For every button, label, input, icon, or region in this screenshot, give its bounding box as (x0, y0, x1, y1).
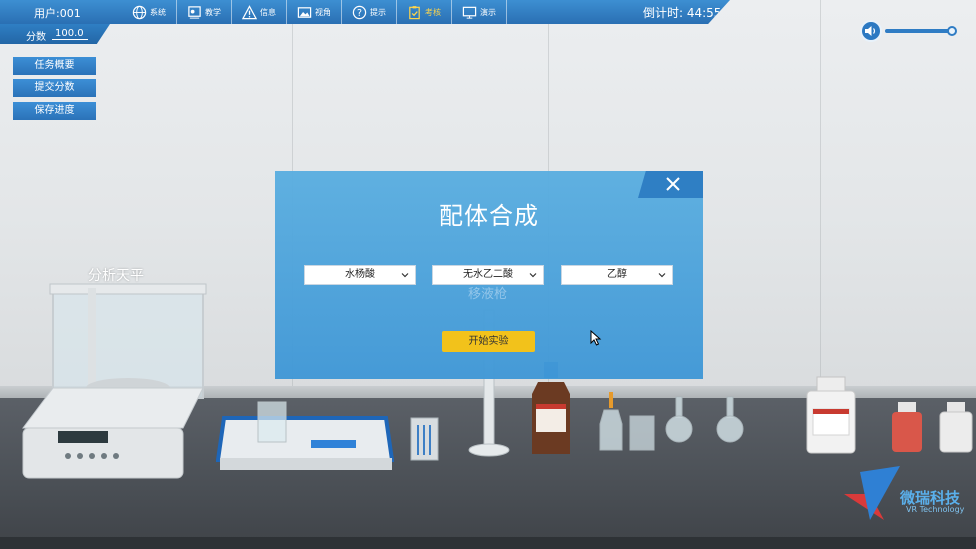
menu-label: 视角 (315, 7, 331, 17)
globe-icon (132, 5, 147, 19)
company-logo (844, 466, 900, 520)
volume-slider-handle[interactable] (946, 26, 957, 36)
save-progress-button[interactable]: 保存进度 (13, 102, 96, 120)
menu-item-info[interactable]: 信息 (232, 0, 287, 24)
balance-label: 分析天平 (88, 268, 144, 284)
select-value: 无水乙二酸 (463, 269, 513, 280)
white-powder-jar[interactable] (938, 400, 974, 454)
reagent-select-2[interactable]: 无水乙二酸 (432, 265, 544, 285)
mouse-cursor-icon (590, 330, 602, 346)
menu-label: 提示 (370, 7, 386, 17)
svg-text:?: ? (357, 7, 362, 18)
beaker[interactable] (628, 414, 656, 452)
task-summary-button[interactable]: 任务概要 (13, 57, 96, 75)
close-icon[interactable] (664, 175, 682, 193)
chevron-down-icon (529, 273, 537, 278)
menu-item-exam[interactable]: 考核 (397, 0, 452, 24)
analytical-balance[interactable] (18, 278, 208, 483)
chevron-down-icon (658, 273, 666, 278)
logo-subtitle: VR Technology (906, 505, 965, 514)
menu-item-demo[interactable]: 演示 (452, 0, 507, 24)
volume-slider-track[interactable] (885, 29, 955, 33)
user-label: 用户:001 (34, 7, 81, 20)
bench-edge (0, 537, 976, 549)
select-value: 水杨酸 (345, 269, 375, 280)
wall-seam (820, 0, 821, 392)
menu-item-hint[interactable]: ? 提示 (342, 0, 397, 24)
pipette-label: 移液枪 (468, 287, 508, 302)
countdown-timer: 倒计时: 44:55 (643, 6, 722, 20)
warning-icon (242, 4, 257, 19)
tray[interactable] (216, 388, 394, 474)
menu-label: 系统 (150, 7, 166, 17)
volume-icon[interactable] (860, 20, 882, 42)
score-value: 100.0 (52, 28, 88, 40)
top-bar: 用户:001 系统 教学 信息 视角 ? 提示 考核 演示 倒计时: 44:55 (0, 0, 730, 24)
main-menu: 系统 教学 信息 视角 ? 提示 考核 演示 (122, 0, 507, 24)
teach-icon (188, 5, 201, 19)
menu-item-view[interactable]: 视角 (287, 0, 342, 24)
menu-label: 考核 (425, 7, 441, 17)
select-value: 乙醇 (607, 269, 627, 280)
dropper-bottle[interactable] (598, 390, 624, 452)
score-bar: 分数 100.0 (0, 24, 110, 44)
submit-score-button[interactable]: 提交分数 (13, 79, 96, 97)
image-icon (297, 6, 312, 18)
clipboard-icon (409, 5, 420, 19)
round-flask[interactable] (664, 395, 694, 445)
menu-label: 信息 (260, 7, 276, 17)
help-icon: ? (352, 5, 367, 19)
menu-item-system[interactable]: 系统 (122, 0, 177, 24)
menu-label: 教学 (205, 7, 221, 17)
white-reagent-jar[interactable] (803, 375, 859, 455)
menu-label: 演示 (480, 7, 496, 17)
reagent-select-1[interactable]: 水杨酸 (304, 265, 416, 285)
score-label: 分数 (26, 32, 46, 43)
red-powder-jar[interactable] (890, 400, 924, 454)
start-experiment-button[interactable]: 开始实验 (442, 331, 535, 352)
menu-item-teaching[interactable]: 教学 (177, 0, 232, 24)
dialog-title: 配体合成 (439, 202, 539, 230)
reagent-select-3[interactable]: 乙醇 (561, 265, 673, 285)
round-flask[interactable] (715, 395, 745, 445)
monitor-icon (462, 6, 477, 19)
chevron-down-icon (401, 273, 409, 278)
pipette-tip-box[interactable] (410, 417, 440, 462)
